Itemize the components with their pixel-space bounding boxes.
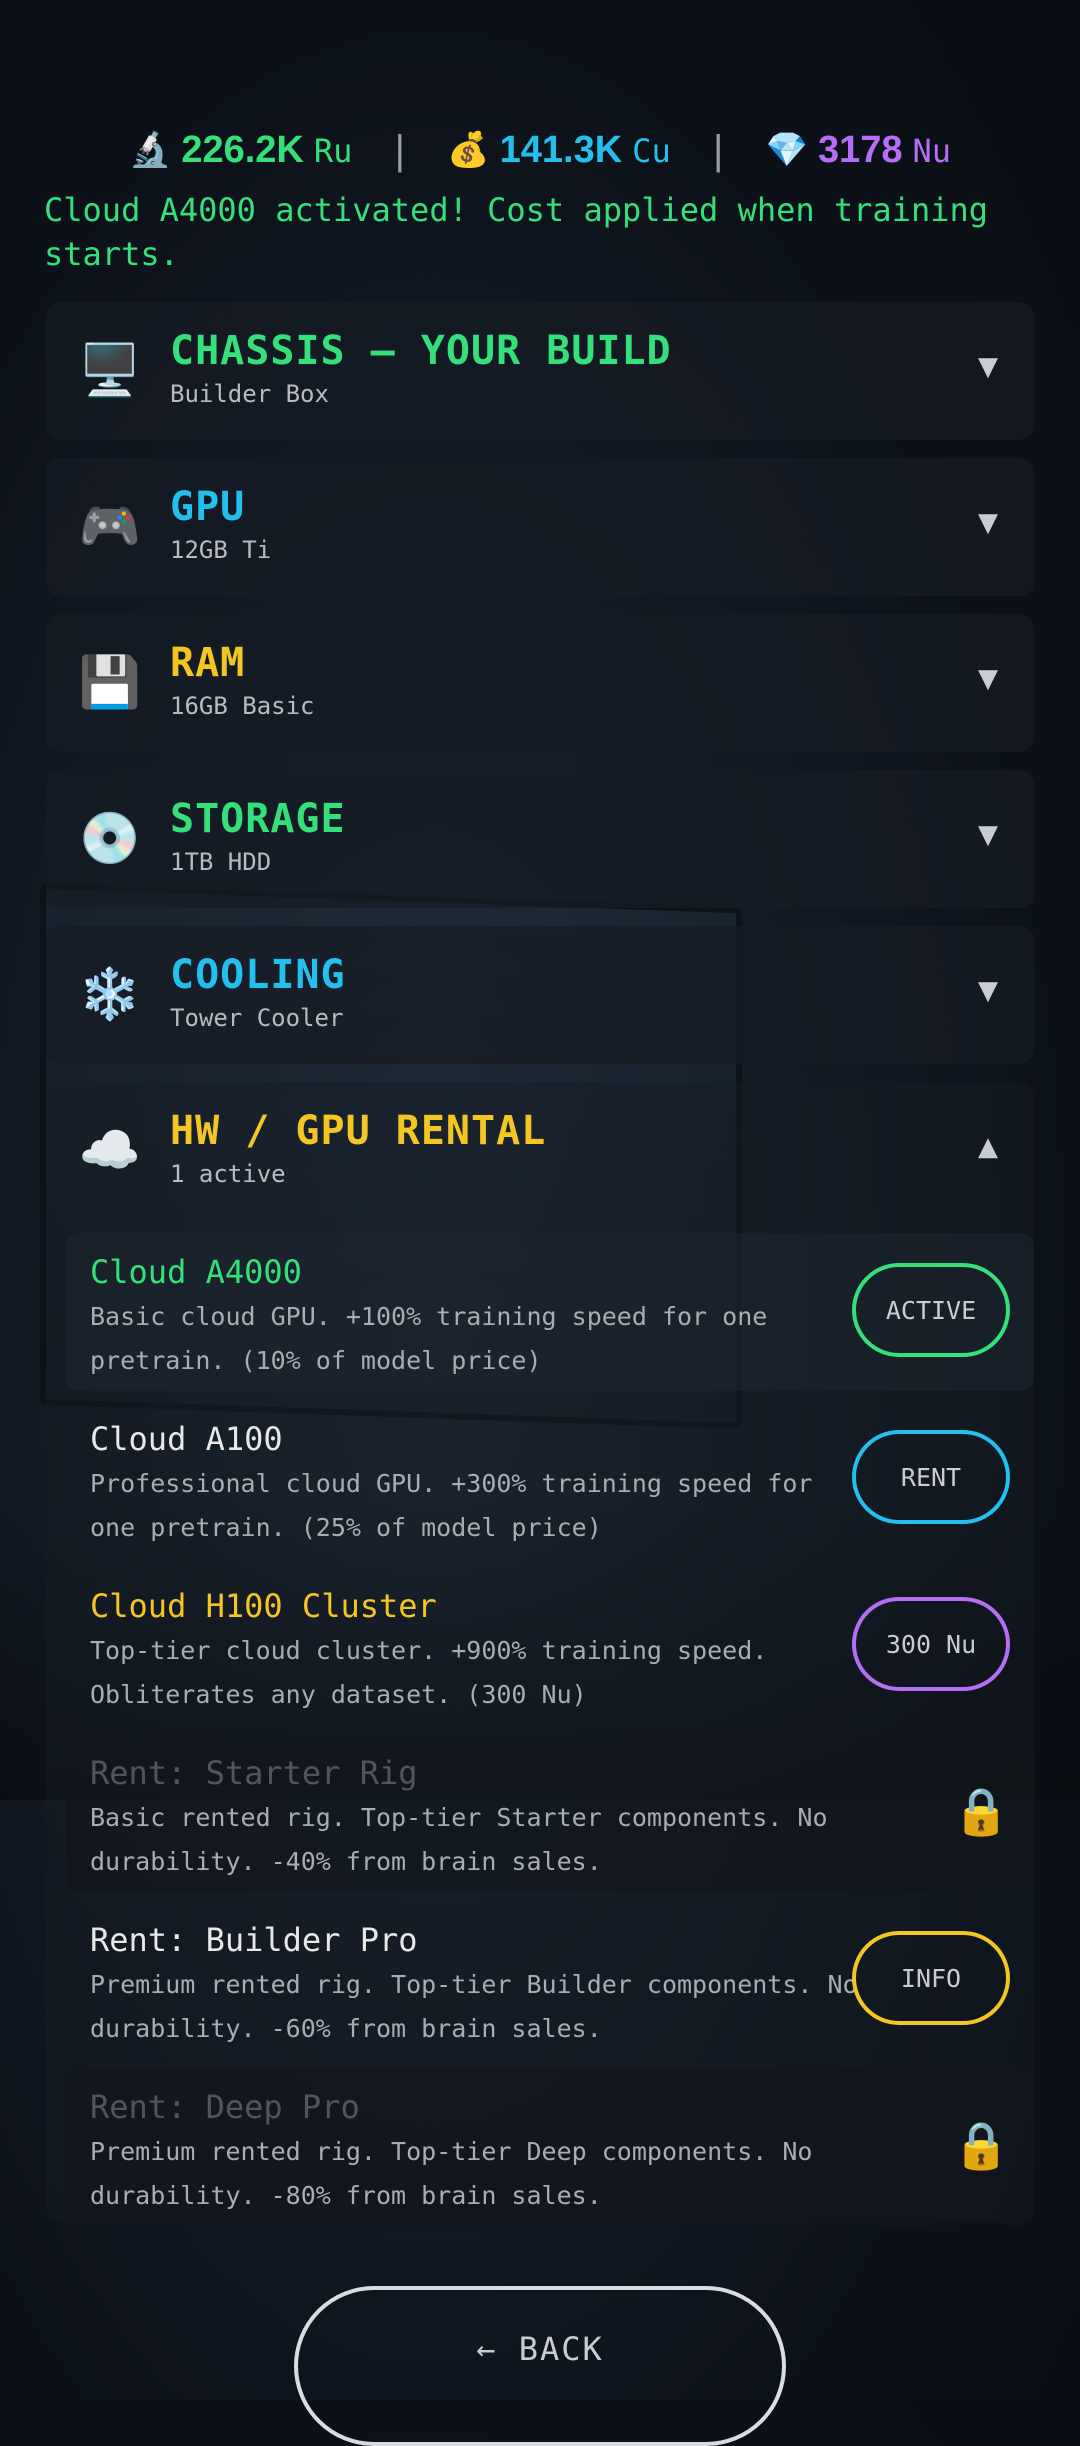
rental-item-locked: Rent: Starter Rig Basic rented rig. Top-… [66,1734,1034,1892]
research-stat: 🔬 226.2K Ru [129,129,352,172]
section-title: HW / GPU RENTAL [170,1108,547,1154]
section-title: RAM [170,640,246,686]
money-bag-icon: 💰 [447,130,490,170]
rental-description: Basic cloud GPU. +100% training speed fo… [90,1302,768,1375]
cloud-icon: ☁️ [78,1120,142,1179]
gems-stat: 💎 3178 Nu [766,129,951,172]
section-ram[interactable]: 💾 RAM 16GB Basic ▼ [46,614,1034,752]
chevron-down-icon: ▼ [978,352,998,382]
section-subtitle: 16GB Basic [170,692,315,720]
chevron-down-icon: ▼ [978,508,998,538]
buy-nu-button[interactable]: 300 Nu [852,1597,1010,1691]
gem-icon: 💎 [765,130,808,170]
section-subtitle: Builder Box [170,380,329,408]
chevron-up-icon: ▲ [978,1132,998,1162]
section-gpu[interactable]: 🎮 GPU 12GB Ti ▼ [46,458,1034,596]
active-button[interactable]: ACTIVE [852,1263,1010,1357]
rental-list: Cloud A4000 Basic cloud GPU. +100% train… [66,1233,1034,2226]
snowflake-icon: ❄️ [78,964,142,1023]
section-subtitle: 1 active [170,1160,286,1188]
separator: | [388,128,412,172]
section-chassis[interactable]: 🖥️ CHASSIS — YOUR BUILD Builder Box ▼ [46,302,1034,440]
cash-stat: 💰 141.3K Cu [447,129,670,172]
rental-item: Cloud A100 Professional cloud GPU. +300%… [66,1400,1034,1558]
section-subtitle: 12GB Ti [170,536,272,564]
cash-unit: Cu [632,131,671,170]
rental-title: Rent: Builder Pro [90,1921,418,1959]
section-title: COOLING [170,952,346,998]
activation-notice: Cloud A4000 activated! Cost applied when… [44,191,989,273]
section-title: GPU [170,484,246,530]
rent-button[interactable]: RENT [852,1430,1010,1524]
info-button[interactable]: INFO [852,1931,1010,2025]
rental-description: Basic rented rig. Top-tier Starter compo… [90,1803,828,1876]
currency-bar: 🔬 226.2K Ru | 💰 141.3K Cu | 💎 3178 Nu [0,122,1080,178]
microscope-icon: 🔬 [128,130,172,170]
rental-title: Cloud H100 Cluster [90,1587,437,1625]
rental-item: Cloud H100 Cluster Top-tier cloud cluste… [66,1567,1034,1725]
section-title: STORAGE [170,796,346,842]
separator: | [706,128,730,172]
section-cooling[interactable]: ❄️ COOLING Tower Cooler ▼ [46,926,1034,1064]
gems-value: 3178 [817,128,903,171]
lock-icon: 🔒 [952,1784,1010,1838]
chevron-down-icon: ▼ [978,976,998,1006]
disc-icon: 💿 [78,808,142,867]
rental-description: Premium rented rig. Top-tier Deep compon… [90,2137,813,2210]
floppy-disk-icon: 💾 [78,652,142,711]
rental-item: Rent: Builder Pro Premium rented rig. To… [66,1901,1034,2059]
gamepad-icon: 🎮 [78,496,142,555]
back-button[interactable]: ← BACK [294,2286,786,2446]
research-value: 226.2K [181,128,304,171]
section-storage[interactable]: 💿 STORAGE 1TB HDD ▼ [46,770,1034,908]
rental-item-locked: Rent: Deep Pro Premium rented rig. Top-t… [66,2068,1034,2226]
monitor-icon: 🖥️ [78,340,142,399]
rental-title: Cloud A100 [90,1420,283,1458]
rental-title: Rent: Starter Rig [90,1754,418,1792]
cash-value: 141.3K [499,128,623,171]
chevron-down-icon: ▼ [978,820,998,850]
lock-icon: 🔒 [952,2118,1010,2172]
research-unit: Ru [313,131,353,170]
section-subtitle: 1TB HDD [170,848,272,876]
rental-title: Cloud A4000 [90,1253,302,1291]
rental-description: Professional cloud GPU. +300% training s… [90,1469,813,1542]
section-subtitle: Tower Cooler [170,1004,344,1032]
chevron-down-icon: ▼ [978,664,998,694]
gems-unit: Nu [912,131,952,170]
section-title: CHASSIS — YOUR BUILD [170,328,672,374]
rental-description: Top-tier cloud cluster. +900% training s… [90,1636,768,1709]
rental-description: Premium rented rig. Top-tier Builder com… [90,1970,858,2043]
rental-item: Cloud A4000 Basic cloud GPU. +100% train… [66,1233,1034,1391]
rental-title: Rent: Deep Pro [90,2088,360,2126]
